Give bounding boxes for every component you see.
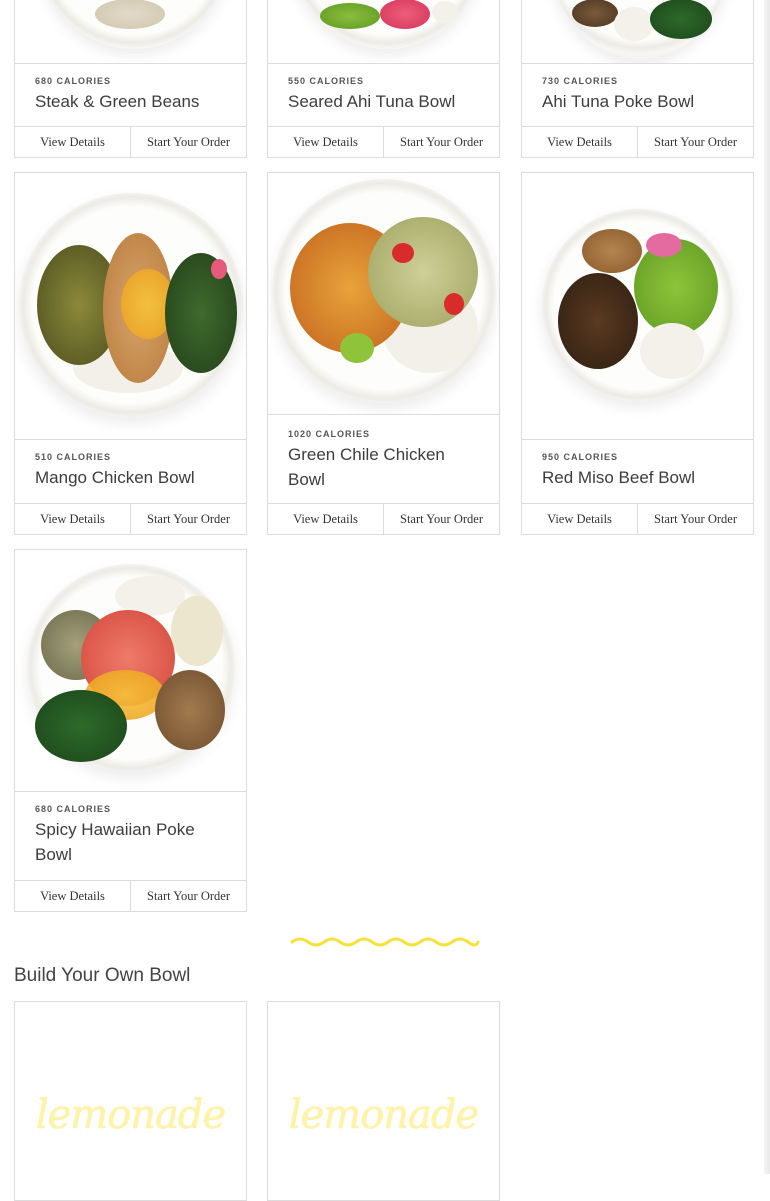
start-order-button[interactable]: Start Your Order: [130, 504, 246, 534]
start-order-button[interactable]: Start Your Order: [637, 504, 753, 534]
bowl-card-mango-chicken: 510 CALORIES Mango Chicken Bowl View Det…: [14, 172, 247, 535]
view-details-button[interactable]: View Details: [15, 127, 130, 157]
lemonade-logo: lemonade: [35, 1092, 226, 1138]
calories-label: 950 CALORIES: [542, 452, 619, 462]
bowl-card-seared-ahi-tuna: 550 CALORIES Seared Ahi Tuna Bowl View D…: [267, 0, 500, 158]
build-bowl-card[interactable]: lemonade: [14, 1001, 247, 1201]
view-details-button[interactable]: View Details: [522, 127, 637, 157]
bowl-image[interactable]: [15, 550, 246, 792]
bowl-card-red-miso-beef: 950 CALORIES Red Miso Beef Bowl View Det…: [521, 172, 754, 535]
bowl-name[interactable]: Spicy Hawaiian Poke Bowl: [35, 817, 205, 867]
bowl-image[interactable]: [268, 173, 499, 415]
bowl-name[interactable]: Mango Chicken Bowl: [35, 465, 226, 490]
bowl-name[interactable]: Seared Ahi Tuna Bowl: [288, 89, 479, 114]
bowl-name[interactable]: Red Miso Beef Bowl: [542, 465, 733, 490]
start-order-button[interactable]: Start Your Order: [383, 127, 499, 157]
start-order-button[interactable]: Start Your Order: [130, 127, 246, 157]
build-bowl-card[interactable]: lemonade: [267, 1001, 500, 1201]
view-details-button[interactable]: View Details: [522, 504, 637, 534]
squiggle-divider-icon: [290, 937, 480, 947]
bowl-name[interactable]: Ahi Tuna Poke Bowl: [542, 89, 733, 114]
start-order-button[interactable]: Start Your Order: [130, 881, 246, 911]
start-order-button[interactable]: Start Your Order: [383, 504, 499, 534]
page-scrollbar[interactable]: [764, 0, 770, 1174]
calories-label: 510 CALORIES: [35, 452, 112, 462]
section-title-build-your-own: Build Your Own Bowl: [14, 965, 191, 986]
bowl-image[interactable]: [268, 0, 499, 64]
calories-label: 680 CALORIES: [35, 76, 112, 86]
calories-label: 1020 CALORIES: [288, 429, 371, 439]
bowl-image[interactable]: [522, 0, 753, 64]
bowl-name[interactable]: Steak & Green Beans: [35, 89, 226, 114]
bowl-name[interactable]: Green Chile Chicken Bowl: [288, 442, 458, 492]
view-details-button[interactable]: View Details: [15, 504, 130, 534]
calories-label: 680 CALORIES: [35, 804, 112, 814]
bowl-card-ahi-tuna-poke: 730 CALORIES Ahi Tuna Poke Bowl View Det…: [521, 0, 754, 158]
view-details-button[interactable]: View Details: [268, 127, 383, 157]
view-details-button[interactable]: View Details: [268, 504, 383, 534]
bowl-image[interactable]: [15, 173, 246, 440]
bowl-image[interactable]: [15, 0, 246, 64]
calories-label: 730 CALORIES: [542, 76, 619, 86]
lemonade-logo: lemonade: [288, 1092, 479, 1138]
bowl-card-spicy-hawaiian-poke: 680 CALORIES Spicy Hawaiian Poke Bowl Vi…: [14, 549, 247, 912]
bowl-card-steak-green-beans: 680 CALORIES Steak & Green Beans View De…: [14, 0, 247, 158]
view-details-button[interactable]: View Details: [15, 881, 130, 911]
bowl-image[interactable]: [522, 173, 753, 440]
calories-label: 550 CALORIES: [288, 76, 365, 86]
bowl-card-green-chile-chicken: 1020 CALORIES Green Chile Chicken Bowl V…: [267, 172, 500, 535]
start-order-button[interactable]: Start Your Order: [637, 127, 753, 157]
